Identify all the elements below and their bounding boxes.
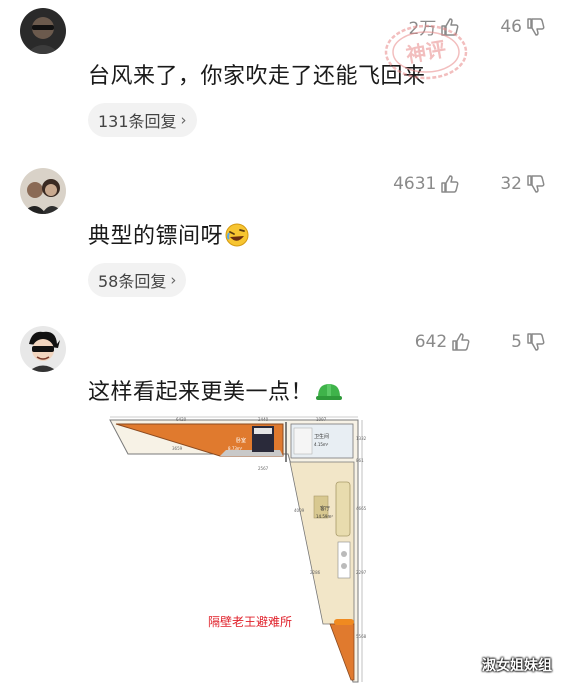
thumbs-down-icon xyxy=(527,333,545,351)
bathroom-area: 4.15m² xyxy=(314,442,329,447)
bedroom-label: 卧室 xyxy=(236,437,246,444)
floor-plan-caption: 隔壁老王避难所 xyxy=(208,614,292,629)
dim-label: 6420 xyxy=(176,417,187,422)
chevron-right-icon: › xyxy=(180,111,187,129)
floor-plan-image[interactable]: 卧室 8.73m² 卫生间 4.15m² 客厅 14.59m² 6420 244… xyxy=(108,414,370,684)
dim-label: 2567 xyxy=(258,466,269,471)
comment-text: 这样看起来更美一点！ xyxy=(88,374,343,406)
comment-text-content: 这样看起来更美一点！ xyxy=(88,380,314,405)
stamp-text: 神评 xyxy=(404,37,448,68)
dim-label: 2297 xyxy=(356,570,367,575)
dim-label: 2440 xyxy=(258,417,269,422)
comment-text-content: 典型的镖间呀 xyxy=(88,224,224,249)
like-count: 642 xyxy=(414,332,448,352)
rolling-laughing-emoji xyxy=(225,223,249,247)
watermark: 淑女姐妹组 xyxy=(482,658,552,674)
chevron-right-icon: › xyxy=(170,271,177,289)
dislike-button[interactable]: 32 xyxy=(500,174,546,194)
dislike-button[interactable]: 46 xyxy=(500,17,546,37)
bedroom-area: 8.73m² xyxy=(228,446,243,451)
dislike-button[interactable]: 5 xyxy=(511,332,546,352)
comment-text: 典型的镖间呀 xyxy=(88,218,249,250)
dislike-count: 46 xyxy=(500,16,522,37)
thumbs-up-icon xyxy=(452,333,470,351)
thumbs-up-icon xyxy=(441,175,459,193)
dim-label: 2286 xyxy=(310,570,321,575)
avatar[interactable] xyxy=(20,168,66,214)
dim-label: 1097 xyxy=(316,417,327,422)
replies-button[interactable]: 131条回复 › xyxy=(88,103,197,137)
dim-label: 861 xyxy=(356,458,364,463)
living-area: 14.59m² xyxy=(316,514,333,519)
living-label: 客厅 xyxy=(320,505,330,512)
thumbs-down-icon xyxy=(527,17,545,36)
replies-label: 58条回复 xyxy=(98,272,167,291)
dim-label: 1332 xyxy=(356,436,367,441)
comment-stats: 642 5 xyxy=(415,332,546,352)
hot-comment-stamp: 神评 xyxy=(384,24,468,80)
dislike-count: 5 xyxy=(511,332,522,352)
replies-label: 131条回复 xyxy=(98,112,177,131)
dislike-count: 32 xyxy=(500,174,522,194)
replies-button[interactable]: 58条回复 › xyxy=(88,263,187,297)
like-count: 4631 xyxy=(393,174,437,194)
dim-label: 4665 xyxy=(356,506,367,511)
comment-stats: 4631 32 xyxy=(393,174,546,194)
green-hard-hat-emoji xyxy=(316,384,343,400)
bathroom-label: 卫生间 xyxy=(314,433,329,440)
like-button[interactable]: 642 xyxy=(415,332,471,352)
dim-label: 5568 xyxy=(356,634,367,639)
dim-label: 3659 xyxy=(172,446,183,451)
comment-text: 台风来了，你家吹走了还能飞回来 xyxy=(88,64,426,89)
dim-label: 4009 xyxy=(294,508,305,513)
like-button[interactable]: 4631 xyxy=(393,174,460,194)
avatar[interactable] xyxy=(20,8,66,54)
avatar[interactable] xyxy=(20,326,66,372)
thumbs-down-icon xyxy=(527,175,545,193)
